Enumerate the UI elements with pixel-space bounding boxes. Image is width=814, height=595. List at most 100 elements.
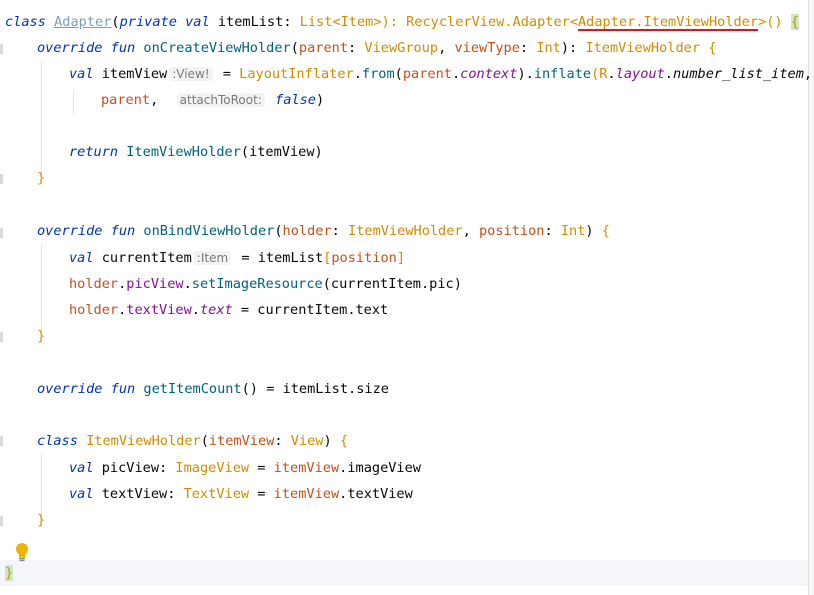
code-line-6[interactable]: return ItemViewHolder(itemView): [69, 139, 814, 165]
property: text: [355, 302, 389, 318]
punct: :: [283, 14, 292, 30]
punct: (: [200, 433, 209, 449]
code-line-18[interactable]: val picView: ImageView = itemView.imageV…: [69, 455, 814, 481]
property: imageView: [347, 460, 421, 476]
function-name: inflate: [533, 66, 592, 82]
punct: .: [607, 66, 616, 82]
type-name: TextView: [183, 486, 250, 502]
variable-ref: currentItem: [257, 302, 348, 318]
operator: =: [257, 486, 266, 502]
punct: (: [111, 14, 120, 30]
fold-marker[interactable]: [0, 516, 3, 526]
function-name: from: [361, 66, 395, 82]
function-name: onCreateViewHolder: [143, 40, 291, 56]
open-brace: {: [708, 40, 717, 56]
code-line-4[interactable]: parent, attachToRoot: false): [101, 87, 814, 113]
type-name: LayoutInflater: [239, 66, 354, 82]
punct: ): [453, 276, 462, 292]
param-ref: holder: [69, 302, 119, 318]
code-line-17[interactable]: class ItemViewHolder(itemView: View) {: [37, 428, 814, 454]
punct: ,: [462, 223, 471, 239]
code-line-7[interactable]: }: [37, 165, 814, 191]
param-ref: holder: [69, 276, 119, 292]
property: layout: [615, 66, 665, 82]
fold-marker[interactable]: [0, 228, 3, 238]
keyword: class: [37, 433, 78, 449]
operator: =: [266, 381, 275, 397]
type-name: ImageView: [175, 460, 250, 476]
punct: .: [420, 276, 430, 292]
operator: =: [241, 250, 250, 266]
property: text: [199, 302, 233, 318]
variable-name: textView: [101, 486, 168, 502]
param-hint: attachToRoot:: [176, 93, 265, 107]
code-line-12[interactable]: holder.textView.text = currentItem.text: [69, 297, 814, 323]
function-name: ItemViewHolder: [126, 144, 241, 160]
indent-guide: [41, 60, 42, 176]
code-line-11[interactable]: holder.picView.setImageResource(currentI…: [69, 271, 814, 297]
property: size: [356, 381, 389, 397]
close-brace: }: [37, 512, 46, 528]
fold-marker[interactable]: [0, 332, 3, 342]
param-name: parent: [298, 40, 349, 56]
code-line-9[interactable]: override fun onBindViewHolder(holder: It…: [37, 218, 814, 244]
punct: :: [274, 433, 283, 449]
type-name: View: [290, 433, 324, 449]
type-name: ItemViewHolder: [348, 223, 463, 239]
punct: ): [315, 92, 325, 108]
keyword: private: [119, 14, 177, 30]
property: picView: [126, 276, 184, 292]
param-name: itemList: [217, 14, 284, 30]
code-line-2[interactable]: override fun onCreateViewHolder(parent: …: [37, 35, 814, 61]
code-line-1[interactable]: class Adapter(private val itemList: List…: [5, 9, 813, 35]
variable-ref: itemList: [257, 250, 324, 266]
param-name: viewType: [454, 40, 520, 56]
indent-guide: [73, 90, 74, 114]
code-line-20[interactable]: }: [37, 507, 814, 533]
punct: ,: [150, 92, 159, 108]
fold-marker[interactable]: [0, 436, 3, 446]
lightbulb-icon[interactable]: [13, 541, 31, 563]
code-line-3[interactable]: val itemView:View! = LayoutInflater.from…: [69, 61, 814, 87]
resource-id: number_list_item: [672, 66, 804, 82]
type-name: Item: [340, 14, 374, 30]
punct: .: [451, 66, 461, 82]
punct: .: [183, 276, 192, 292]
code-line-15[interactable]: override fun getItemCount() = itemList.s…: [37, 376, 814, 402]
code-line-13[interactable]: }: [37, 323, 814, 349]
code-line-10[interactable]: val currentItem:Item = itemList[position…: [69, 245, 814, 271]
indent-guide: [41, 244, 42, 332]
code-line-22[interactable]: }: [5, 560, 808, 586]
open-brace: {: [601, 223, 610, 239]
property: textView: [126, 302, 192, 318]
param-name: position: [478, 223, 545, 239]
param-ref: parent: [402, 66, 452, 82]
open-brace: {: [790, 14, 799, 30]
keyword: val: [69, 66, 94, 82]
function-name: getItemCount: [143, 381, 242, 397]
punct: ,: [438, 40, 447, 56]
code-editor[interactable]: class Adapter(private val itemList: List…: [0, 0, 814, 595]
operator: =: [257, 460, 266, 476]
punct: (: [322, 276, 331, 292]
keyword: val: [69, 460, 94, 476]
fold-marker[interactable]: [0, 44, 3, 54]
variable-ref: itemView: [249, 144, 315, 160]
punct: (: [290, 40, 299, 56]
type-hint: :Item: [193, 251, 232, 265]
class-name[interactable]: Adapter: [54, 14, 111, 30]
function-name: setImageResource: [191, 276, 323, 292]
keyword: val: [69, 486, 94, 502]
punct: >(): [758, 14, 783, 30]
punct: ,: [803, 66, 813, 82]
supertype: RecyclerView.Adapter: [406, 14, 570, 30]
punct: ).: [517, 66, 534, 82]
punct: .: [348, 381, 357, 397]
punct: <: [332, 14, 341, 30]
fold-marker[interactable]: [0, 174, 3, 184]
param-ref: parent: [101, 92, 151, 108]
error-generic-type[interactable]: Adapter.ItemViewHolder: [578, 14, 758, 30]
punct: :: [167, 486, 176, 502]
code-line-19[interactable]: val textView: TextView = itemView.textVi…: [69, 481, 814, 507]
variable-ref: itemList: [282, 381, 349, 397]
